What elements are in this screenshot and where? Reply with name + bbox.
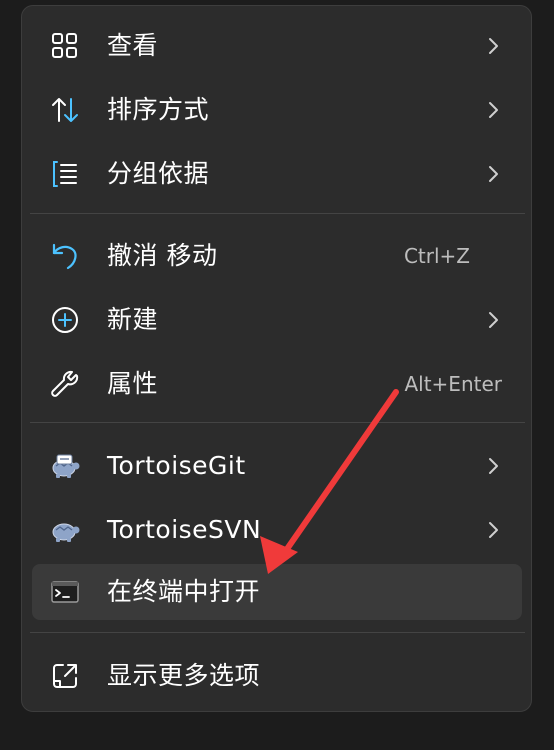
menu-item-undo[interactable]: 撤消 移动 Ctrl+Z [32,228,522,284]
menu-item-show-more-options[interactable]: 显示更多选项 [32,648,522,704]
menu-item-label: 显示更多选项 [107,661,261,690]
menu-item-properties[interactable]: 属性 Alt+Enter [32,356,522,412]
chevron-right-icon [489,522,498,538]
group-list-icon [53,161,77,187]
chevron-right-icon [489,458,498,474]
chevron-right-icon [489,312,498,328]
menu-separator [30,422,525,423]
menu-item-label: TortoiseSVN [107,515,262,544]
plus-circle-icon [52,307,78,333]
shortcut-text: Alt+Enter [404,372,502,396]
menu-item-group-by[interactable]: 分组依据 [32,146,522,202]
menu-item-label: 查看 [107,31,159,60]
menu-item-label: 属性 [107,369,159,398]
menu-item-label: 撤消 移动 [107,241,218,270]
menu-item-label: 排序方式 [107,95,210,124]
menu-item-label: 在终端中打开 [107,577,261,606]
menu-item-view[interactable]: 查看 [32,18,522,74]
menu-separator [30,213,525,214]
menu-item-sort-by[interactable]: 排序方式 [32,82,522,138]
menu-item-label: TortoiseGit [107,451,246,480]
menu-item-new[interactable]: 新建 [32,292,522,348]
open-external-icon [53,664,77,688]
chevron-right-icon [489,166,498,182]
menu-item-label: 新建 [107,305,159,334]
shortcut-text: Ctrl+Z [403,244,470,268]
menu-item-label: 分组依据 [107,159,210,188]
terminal-icon [51,581,79,603]
grid-icon [52,33,77,58]
menu-item-tortoisegit[interactable]: TortoiseGit [32,438,522,494]
menu-item-open-in-terminal[interactable]: 在终端中打开 [32,564,522,620]
chevron-right-icon [489,102,498,118]
chevron-right-icon [489,38,498,54]
tortoisesvn-icon [52,523,80,542]
tortoisegit-icon [52,454,80,478]
context-menu: 查看 排序方式 分组依据 撤消 移动 Ctrl+Z 新建 属性 Alt+Ente… [21,5,532,712]
menu-separator [30,632,525,633]
undo-icon [52,243,77,270]
wrench-icon [51,370,79,397]
sort-icon [52,98,78,122]
menu-item-tortoisesvn[interactable]: TortoiseSVN [32,502,522,558]
